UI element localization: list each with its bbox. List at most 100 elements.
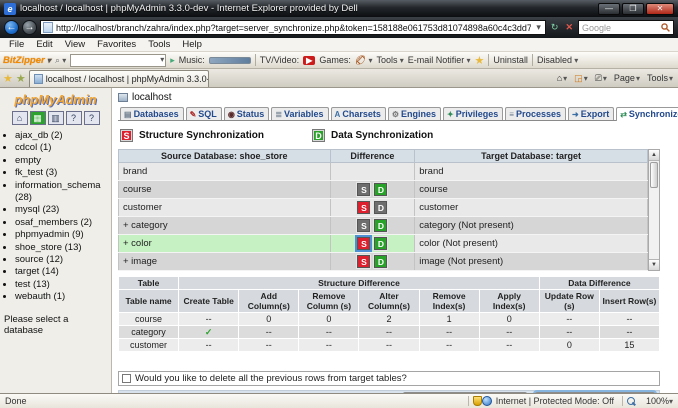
print-button[interactable]: ⎚ — [593, 73, 609, 84]
refresh-button[interactable]: ↻ — [549, 22, 561, 33]
toolbar-search-icon[interactable]: ⌕ — [55, 55, 66, 66]
favorites-star-icon[interactable]: ★ — [3, 72, 13, 85]
structure-sync-button[interactable]: S — [357, 237, 370, 250]
games-icon[interactable]: 🏈︎ — [355, 55, 373, 66]
bitzipper-menu[interactable]: BitZipper — [3, 55, 51, 66]
difference-header: Difference — [330, 150, 415, 163]
menu-view[interactable]: View — [60, 39, 90, 50]
structure-sync-button[interactable]: S — [357, 255, 370, 268]
logout-icon[interactable]: ▥ — [48, 111, 64, 125]
address-dropdown-icon[interactable]: ▾ — [534, 22, 543, 33]
tab-privileges[interactable]: ✦Privileges — [443, 107, 503, 120]
summary-cell: 0 — [299, 313, 358, 325]
database-item[interactable]: cdcol (1) — [15, 142, 109, 154]
database-item[interactable]: mysql (23) — [15, 204, 109, 216]
page-menu[interactable]: Page — [612, 73, 642, 83]
home-button[interactable]: ⌂ — [555, 73, 569, 83]
tab-variables[interactable]: ≣Variables — [271, 107, 328, 120]
menu-favorites[interactable]: Favorites — [92, 39, 141, 50]
tools-menu[interactable]: Tools — [645, 73, 675, 83]
variables-icon: ≣ — [275, 110, 282, 119]
zoom-dropdown-icon[interactable] — [669, 396, 673, 406]
database-item[interactable]: empty — [15, 155, 109, 167]
database-item[interactable]: shoe_store (13) — [15, 242, 109, 254]
add-favorite-icon[interactable]: ★ — [16, 72, 26, 85]
volume-slider[interactable] — [209, 57, 251, 64]
structure-sync-button[interactable]: S — [357, 201, 370, 214]
tab-processes[interactable]: ≡Processes — [505, 107, 566, 120]
tab-status[interactable]: ◉Status — [224, 107, 270, 120]
forward-button[interactable]: → — [22, 20, 37, 35]
menu-file[interactable]: File — [4, 39, 29, 50]
uninstall-button[interactable]: Uninstall — [493, 55, 528, 65]
scroll-up-icon[interactable]: ▲ — [649, 150, 659, 161]
tab-synchronize[interactable]: ⇄Synchronize — [616, 107, 678, 121]
menu-tools[interactable]: Tools — [143, 39, 175, 50]
database-item[interactable]: ajax_db (2) — [15, 130, 109, 142]
tab-databases[interactable]: ▤Databases — [120, 107, 184, 120]
database-item[interactable]: source (12) — [15, 254, 109, 266]
structure-difference-header: Structure Difference — [179, 277, 539, 289]
delete-rows-checkbox[interactable] — [122, 374, 131, 383]
stop-button[interactable]: ✕ — [563, 22, 575, 33]
pma-docs-icon[interactable]: ? — [66, 111, 82, 125]
minimize-button[interactable]: — — [598, 3, 620, 15]
tab-charsets[interactable]: ACharsets — [331, 107, 386, 120]
home-icon[interactable]: ⌂ — [12, 111, 28, 125]
mysql-docs-icon[interactable]: ? — [84, 111, 100, 125]
play-icon[interactable]: ▸ — [170, 55, 175, 66]
data-sync-button[interactable]: D — [374, 219, 387, 232]
summary-table: TableStructure DifferenceData Difference… — [118, 276, 660, 352]
menu-edit[interactable]: Edit — [31, 39, 57, 50]
structure-sync-button[interactable]: S — [357, 219, 370, 232]
target-table-cell: customer — [415, 199, 648, 217]
back-button[interactable]: ← — [4, 20, 19, 35]
summary-cell: -- — [179, 339, 238, 351]
vertical-scrollbar[interactable]: ▲ ▼ — [648, 149, 660, 271]
target-table-cell: image (Not present) — [415, 253, 648, 271]
database-item[interactable]: information_schema (28) — [15, 180, 109, 205]
summary-cell: 0 — [239, 313, 298, 325]
column-header: Add Column(s) — [239, 290, 298, 312]
zoom-level[interactable]: 100% — [646, 396, 669, 406]
status-text: Done — [5, 396, 464, 406]
query-window-icon[interactable]: ▦ — [30, 111, 46, 125]
scroll-down-icon[interactable]: ▼ — [649, 259, 659, 270]
database-item[interactable]: osaf_members (2) — [15, 217, 109, 229]
data-sync-button[interactable]: D — [374, 255, 387, 268]
source-db-header: Source Database: shoe_store — [119, 150, 331, 163]
apply-selected-changes-button[interactable]: Apply Selected Changes — [403, 392, 527, 393]
email-notifier-menu[interactable]: E-mail Notifier — [408, 55, 471, 65]
breadcrumb-server[interactable]: localhost — [132, 92, 171, 103]
browser-tab[interactable]: localhost / localhost | phpMyAdmin 3.3.0… — [29, 70, 209, 87]
disabled-menu[interactable]: Disabled — [537, 55, 578, 65]
search-icon[interactable] — [661, 23, 670, 32]
tab-sql[interactable]: ✎SQL — [186, 107, 222, 120]
feeds-button[interactable]: ◲ — [572, 73, 590, 84]
toolbar-combobox[interactable] — [70, 54, 166, 67]
data-sync-button[interactable]: D — [374, 201, 387, 214]
close-button[interactable]: ✕ — [646, 3, 674, 15]
synchronize-databases-button[interactable]: Synchronize Databases — [535, 392, 655, 393]
summary-cell: -- — [179, 313, 238, 325]
summary-cell: -- — [299, 339, 358, 351]
structure-sync-button[interactable]: S — [357, 183, 370, 196]
scrollbar-thumb[interactable] — [650, 162, 658, 188]
data-sync-button[interactable]: D — [374, 183, 387, 196]
database-item[interactable]: webauth (1) — [15, 291, 109, 303]
database-item[interactable]: test (13) — [15, 279, 109, 291]
database-item[interactable]: target (14) — [15, 266, 109, 278]
table-group-header: Table — [119, 277, 178, 289]
data-sync-button[interactable]: D — [374, 237, 387, 250]
search-input[interactable]: Google — [578, 20, 674, 35]
summary-cell: 15 — [600, 339, 659, 351]
database-item[interactable]: phpmyadmin (9) — [15, 229, 109, 241]
address-input[interactable]: http://localhost/branch/zahra/index.php?… — [40, 20, 546, 35]
tab-engines[interactable]: ⚙Engines — [388, 107, 441, 120]
database-item[interactable]: fk_test (3) — [15, 167, 109, 179]
tab-export[interactable]: ➜Export — [568, 107, 614, 120]
maximize-button[interactable]: ❐ — [622, 3, 644, 15]
menu-help[interactable]: Help — [177, 39, 207, 50]
youtube-icon[interactable]: ▶ — [303, 56, 315, 65]
toolbar-tools-menu[interactable]: Tools — [377, 55, 404, 65]
